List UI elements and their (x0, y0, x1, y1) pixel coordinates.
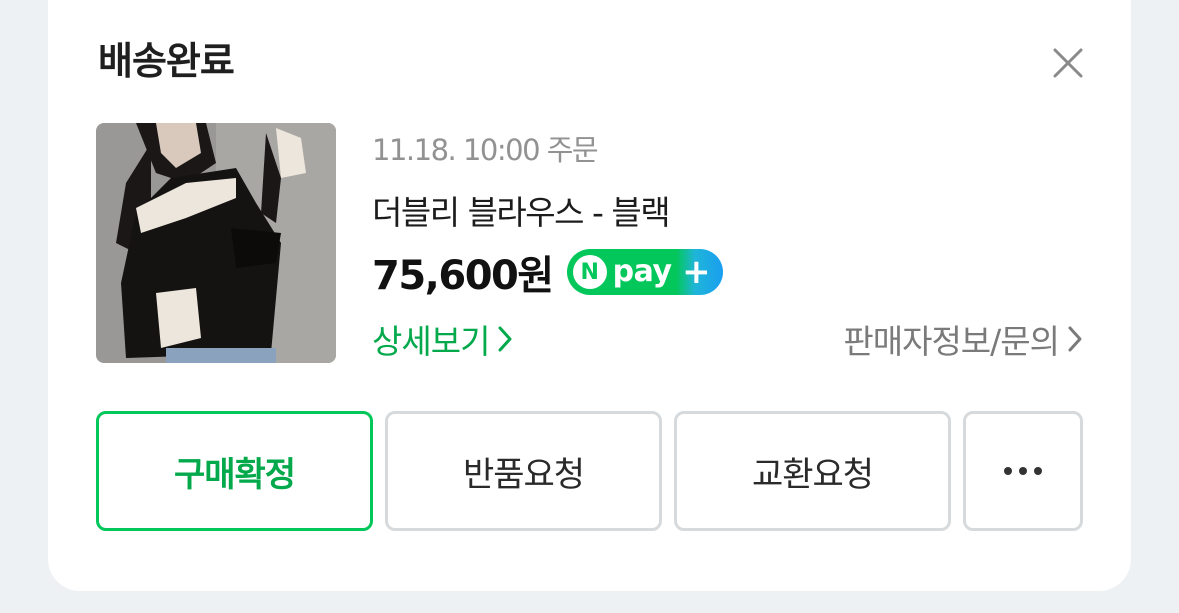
close-button[interactable] (1046, 41, 1090, 85)
view-details-label: 상세보기 (372, 322, 490, 361)
seller-info-label: 판매자정보/문의 (843, 322, 1060, 361)
delivery-status-title: 배송완료 (98, 39, 235, 83)
chevron-right-icon (498, 326, 512, 352)
seller-info-link[interactable]: 판매자정보/문의 (843, 315, 1083, 363)
more-options-button[interactable] (963, 411, 1083, 531)
price-row: 75,600원 N pay + (372, 243, 723, 301)
more-icon (1004, 467, 1042, 475)
product-photo (96, 123, 336, 363)
npay-plus-icon: + (682, 252, 711, 292)
product-thumbnail[interactable] (96, 123, 336, 363)
npay-label: pay (612, 254, 672, 289)
return-request-button[interactable]: 반품요청 (385, 411, 662, 531)
view-details-link[interactable]: 상세보기 (372, 315, 513, 363)
product-price: 75,600원 (372, 253, 554, 299)
npay-plus-badge: N pay + (566, 249, 723, 295)
order-date: 11.18. 10:00 주문 (372, 133, 599, 167)
exchange-request-button[interactable]: 교환요청 (674, 411, 951, 531)
confirm-purchase-button[interactable]: 구매확정 (96, 411, 373, 531)
npay-n-icon: N (572, 255, 607, 289)
close-icon (1053, 48, 1083, 78)
chevron-right-icon (1068, 326, 1082, 352)
product-name[interactable]: 더블리 블라우스 - 블랙 (372, 186, 671, 234)
